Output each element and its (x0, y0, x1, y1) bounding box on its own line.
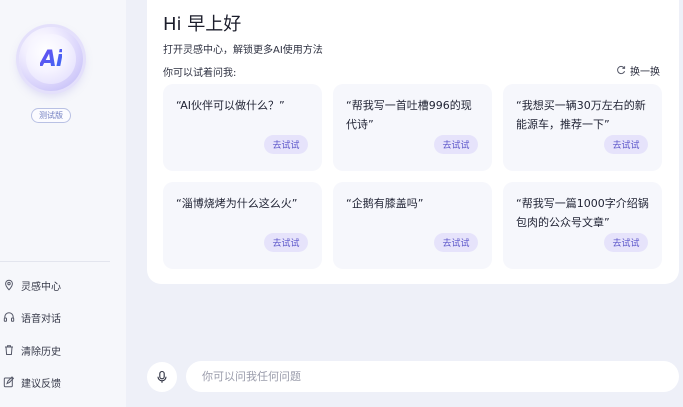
suggestion-card[interactable]: “AI伙伴可以做什么？” 去试试 (163, 84, 322, 171)
suggestion-text: “淄博烧烤为什么这么火” (176, 197, 298, 210)
suggestion-card[interactable]: “帮我写一首吐槽996的现代诗” 去试试 (333, 84, 492, 171)
sidebar-item-label: 建议反馈 (21, 378, 61, 390)
suggestion-card[interactable]: “我想买一辆30万左右的新能源车，推荐一下” 去试试 (503, 84, 662, 171)
subtitle: 打开灵感中心，解锁更多AI使用方法 (163, 45, 323, 56)
sidebar-item-clear-history[interactable]: 清除历史 (3, 340, 61, 360)
sidebar: Ai 测试版 灵感中心 语音对话 清除历史 建议反馈 (0, 0, 126, 407)
try-button[interactable]: 去试试 (434, 233, 478, 252)
try-ask-label: 你可以试着问我: (163, 68, 237, 79)
chat-input[interactable] (186, 361, 679, 392)
logo-text: Ai (39, 46, 64, 72)
try-button[interactable]: 去试试 (604, 135, 648, 154)
suggestion-text: “帮我写一篇1000字介绍锅包肉的公众号文章” (516, 197, 649, 229)
suggestion-text: “企鹅有膝盖吗” (346, 197, 424, 210)
sidebar-item-label: 语音对话 (21, 313, 61, 325)
beta-badge: 测试版 (31, 108, 71, 123)
suggestion-card[interactable]: “帮我写一篇1000字介绍锅包肉的公众号文章” 去试试 (503, 182, 662, 269)
microphone-icon (157, 370, 167, 383)
trash-icon (5, 345, 13, 355)
sidebar-item-voice-chat[interactable]: 语音对话 (3, 307, 61, 327)
sidebar-item-label: 灵感中心 (21, 281, 61, 293)
edit-icon (3, 376, 15, 388)
headphones-icon (3, 312, 15, 322)
try-button[interactable]: 去试试 (434, 135, 478, 154)
refresh-button[interactable]: 换一换 (616, 62, 660, 78)
try-button[interactable]: 去试试 (264, 233, 308, 252)
refresh-label: 换一换 (630, 66, 660, 78)
sidebar-item-inspiration[interactable]: 灵感中心 (3, 275, 61, 295)
suggestion-text: “我想买一辆30万左右的新能源车，推荐一下” (516, 99, 646, 131)
refresh-icon (617, 66, 626, 75)
try-button[interactable]: 去试试 (604, 233, 648, 252)
suggestion-card[interactable]: “企鹅有膝盖吗” 去试试 (333, 182, 492, 269)
suggestion-text: “帮我写一首吐槽996的现代诗” (346, 99, 472, 131)
sidebar-item-feedback[interactable]: 建议反馈 (3, 372, 61, 392)
microphone-button[interactable] (147, 362, 177, 392)
greeting-title: Hi 早上好 (163, 14, 242, 35)
suggestion-card[interactable]: “淄博烧烤为什么这么火” 去试试 (163, 182, 322, 269)
sidebar-item-label: 清除历史 (21, 346, 61, 358)
suggestion-text: “AI伙伴可以做什么？” (176, 99, 285, 112)
try-button[interactable]: 去试试 (264, 135, 308, 154)
location-pin-icon (5, 279, 13, 291)
sidebar-divider (0, 261, 110, 262)
ai-logo: Ai (19, 27, 83, 91)
